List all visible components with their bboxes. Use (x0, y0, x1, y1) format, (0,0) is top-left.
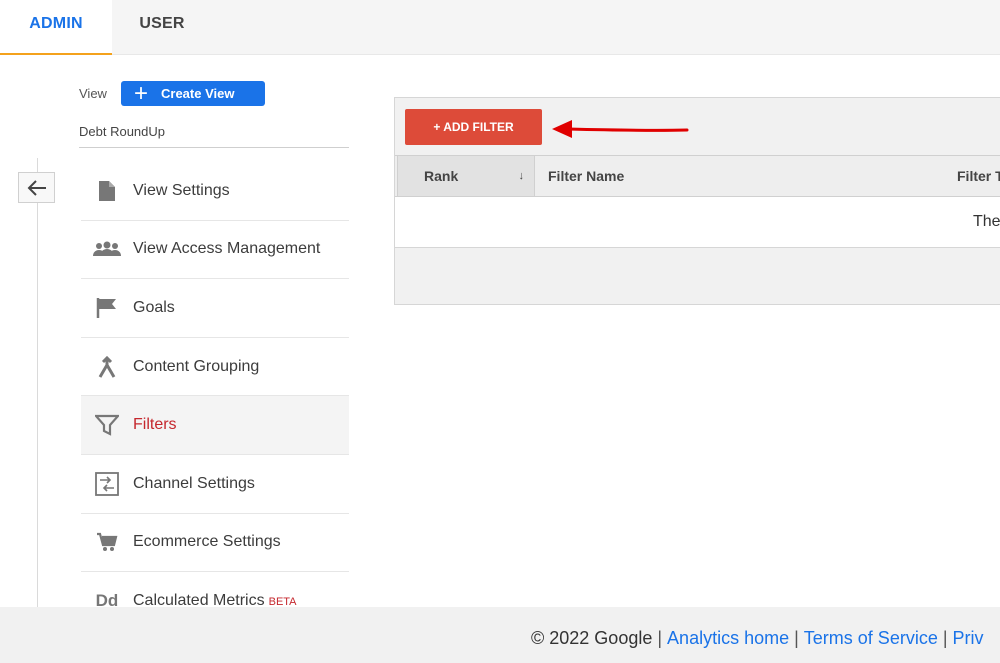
menu-item-label: Goals (133, 298, 175, 316)
left-column-divider (37, 158, 38, 608)
menu-item-ecommerce-settings[interactable]: Ecommerce Settings (81, 514, 349, 573)
view-settings-menu: View Settings View Access Management Goa… (81, 162, 349, 631)
tab-user[interactable]: USER (112, 0, 212, 53)
flag-icon (81, 297, 133, 319)
footer-separator: | (942, 628, 948, 648)
view-divider (79, 147, 349, 148)
footer-separator: | (657, 628, 663, 648)
menu-item-view-settings[interactable]: View Settings (81, 162, 349, 221)
create-view-label: Create View (161, 86, 235, 101)
footer-links: © 2022 Google | Analytics home | Terms of Se… (531, 628, 984, 649)
footer-separator: | (794, 628, 799, 648)
menu-item-label: View Settings (133, 181, 230, 199)
plus-icon: + (133, 80, 148, 107)
privacy-link[interactable]: Priv (953, 628, 984, 648)
menu-item-view-access-management[interactable]: View Access Management (81, 221, 349, 280)
back-button[interactable] (18, 172, 55, 203)
selected-view-name[interactable]: Debt RoundUp (79, 124, 165, 139)
filters-table-body: The (395, 197, 1000, 248)
channel-icon (81, 471, 133, 496)
menu-item-label: View Access Management (133, 240, 321, 258)
terms-of-service-link[interactable]: Terms of Service (804, 628, 938, 648)
document-icon (81, 180, 133, 202)
column-header-rank[interactable]: Rank ↓ (397, 156, 535, 196)
menu-item-label: Filters (133, 416, 177, 434)
menu-item-label: Ecommerce Settings (133, 533, 281, 551)
people-icon (81, 241, 133, 257)
view-label: View (79, 86, 107, 101)
top-tab-bar: ADMIN USER (0, 0, 1000, 55)
sort-arrow-icon: ↓ (518, 170, 525, 182)
menu-item-label: Content Grouping (133, 357, 260, 375)
create-view-button[interactable]: + Create View (121, 81, 265, 106)
filter-icon (81, 414, 133, 436)
analytics-home-link[interactable]: Analytics home (667, 628, 789, 648)
footer: © 2022 Google | Analytics home | Terms of Se… (0, 607, 1000, 663)
column-header-filter-type[interactable]: Filter T (957, 156, 1000, 196)
empty-table-message: The (973, 213, 1000, 230)
menu-item-content-grouping[interactable]: Content Grouping (81, 338, 349, 397)
annotation-arrow-icon (552, 120, 689, 138)
arrow-left-icon (27, 179, 46, 196)
menu-item-channel-settings[interactable]: Channel Settings (81, 455, 349, 514)
column-header-filter-name[interactable]: Filter Name (548, 156, 624, 196)
menu-item-filters[interactable]: Filters (81, 396, 349, 455)
menu-item-label: Channel Settings (133, 474, 255, 492)
copyright-text: © 2022 Google (531, 628, 653, 648)
merge-icon (81, 355, 133, 378)
add-filter-button[interactable]: + ADD FILTER (405, 109, 542, 145)
tab-admin[interactable]: ADMIN (0, 0, 112, 55)
cart-icon (81, 531, 133, 553)
filters-table-header: Rank ↓ Filter Name Filter T (395, 155, 1000, 197)
rank-header-label: Rank (424, 168, 459, 184)
menu-item-goals[interactable]: Goals (81, 279, 349, 338)
